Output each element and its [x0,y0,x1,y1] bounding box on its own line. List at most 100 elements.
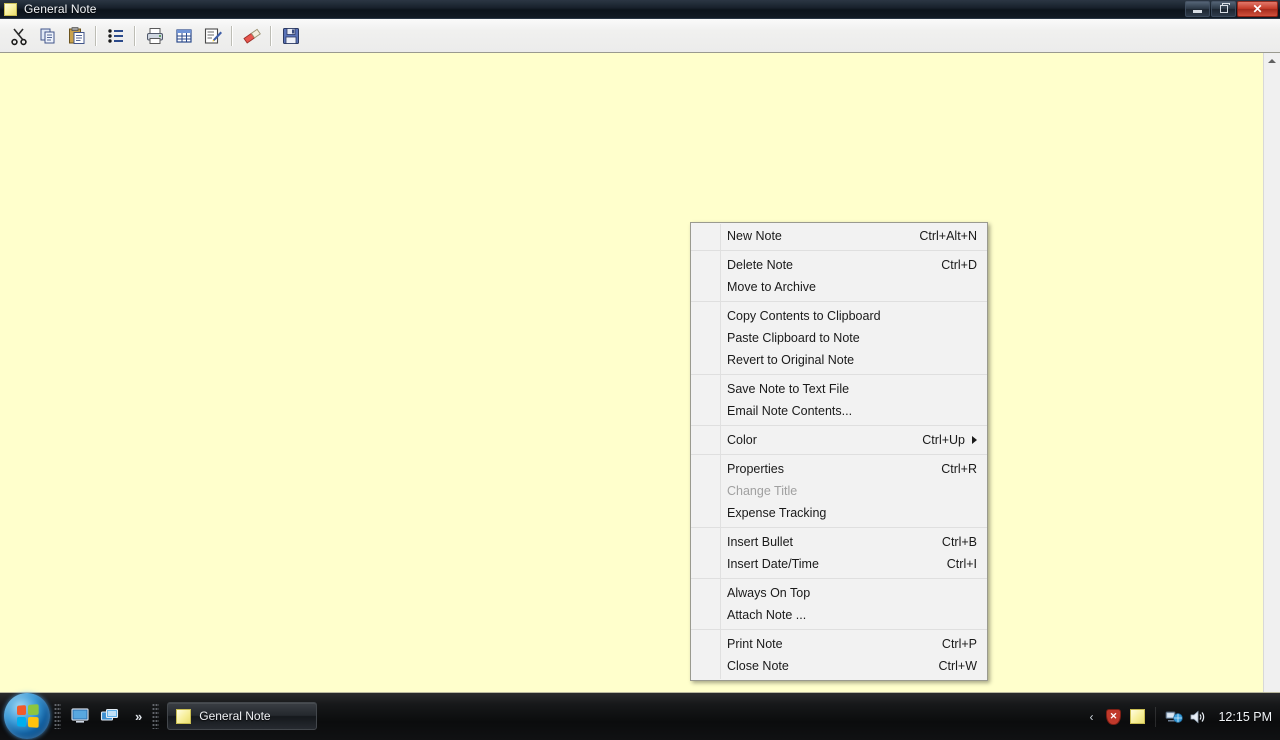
bullet-list-icon[interactable] [101,22,130,50]
menu-item-insert-date-time[interactable]: Insert Date/Time Ctrl+I [691,553,987,575]
properties-icon[interactable] [169,22,198,50]
close-icon: ✕ [1252,2,1263,16]
menu-item-revert-to-original-note[interactable]: Revert to Original Note [691,349,987,371]
menu-item-label: Insert Date/Time [727,557,819,571]
menu-separator [691,629,987,630]
menu-item-close-note[interactable]: Close Note Ctrl+W [691,655,987,677]
cut-icon[interactable] [4,22,33,50]
volume-icon[interactable] [1189,708,1207,726]
menu-item-expense-tracking[interactable]: Expense Tracking [691,502,987,524]
show-desktop-icon[interactable] [67,703,93,729]
menu-item-move-to-archive[interactable]: Move to Archive [691,276,987,298]
menu-item-color[interactable]: Color Ctrl+Up [691,429,987,451]
edit-note-icon[interactable] [198,22,227,50]
start-button[interactable] [4,693,50,739]
menu-item-copy-contents-to-clipboard[interactable]: Copy Contents to Clipboard [691,305,987,327]
menu-item-label: Save Note to Text File [727,382,850,396]
system-tray: ‹ ✕ 12:15 PM [1089,693,1280,740]
window-title: General Note [24,2,97,16]
menu-item-attach-note[interactable]: Attach Note ... [691,604,987,626]
menu-item-accelerator: Ctrl+W [938,659,977,673]
switch-windows-icon[interactable] [97,703,123,729]
toolbar [0,19,1280,53]
paste-icon[interactable] [62,22,91,50]
menu-item-always-on-top[interactable]: Always On Top [691,582,987,604]
menu-item-new-note[interactable]: New Note Ctrl+Alt+N [691,225,987,247]
note-body [0,53,1280,692]
menu-item-label: Move to Archive [727,280,816,294]
menu-item-label: Properties [727,462,784,476]
sticky-note-tray-icon[interactable] [1128,708,1146,726]
note-icon [1129,709,1145,724]
menu-separator [691,578,987,579]
network-icon[interactable] [1165,708,1184,726]
toolbar-separator [231,25,233,46]
menu-item-label: Email Note Contents... [727,404,853,418]
scroll-up-arrow-icon[interactable] [1264,53,1280,69]
menu-item-accelerator: Ctrl+R [941,462,977,476]
print-icon[interactable] [140,22,169,50]
menu-item-print-note[interactable]: Print Note Ctrl+P [691,633,987,655]
maximize-icon [1219,3,1230,13]
submenu-arrow-icon [972,436,977,444]
security-alert-icon[interactable]: ✕ [1104,708,1122,726]
menu-item-paste-clipboard-to-note[interactable]: Paste Clipboard to Note [691,327,987,349]
note-text-area[interactable] [0,53,1253,692]
shield-glyph: ✕ [1105,708,1121,725]
vertical-scrollbar[interactable] [1263,53,1280,692]
menu-item-insert-bullet[interactable]: Insert Bullet Ctrl+B [691,531,987,553]
menu-item-label: Attach Note ... [727,608,807,622]
toolbar-separator [270,25,272,46]
minimize-button[interactable] [1185,1,1210,17]
minimize-icon [1193,10,1202,13]
copy-icon[interactable] [33,22,62,50]
menu-item-properties[interactable]: Properties Ctrl+R [691,458,987,480]
menu-item-accelerator: Ctrl+Alt+N [919,229,977,243]
toolbar-separator [95,25,97,46]
menu-item-delete-note[interactable]: Delete Note Ctrl+D [691,254,987,276]
menu-item-accelerator: Ctrl+Up [922,433,965,447]
quick-launch-grip[interactable] [54,703,61,729]
menu-item-label: Expense Tracking [727,506,827,520]
tray-expand-chevron-icon[interactable]: ‹ [1089,710,1093,724]
menu-separator [691,425,987,426]
menu-item-label: Paste Clipboard to Note [727,331,860,345]
tray-divider [1155,706,1157,727]
menu-separator [691,527,987,528]
close-button[interactable]: ✕ [1237,1,1278,17]
menu-item-accelerator: Ctrl+P [941,637,977,651]
windows-logo-icon [17,704,39,728]
quick-launch-bar: » [65,701,148,731]
window-titlebar[interactable]: General Note ✕ [0,0,1280,19]
menu-item-label: Revert to Original Note [727,353,855,367]
menu-separator [691,301,987,302]
task-area-grip[interactable] [152,703,160,729]
menu-item-label: Color [727,433,757,447]
quick-launch-overflow-button[interactable]: » [135,709,142,724]
note-icon [4,2,17,16]
menu-item-accelerator: Ctrl+I [946,557,977,571]
menu-item-email-note-contents[interactable]: Email Note Contents... [691,400,987,422]
eraser-icon[interactable] [237,22,266,50]
taskbar-clock[interactable]: 12:15 PM [1218,710,1272,724]
menu-separator [691,250,987,251]
menu-item-label: Copy Contents to Clipboard [727,309,881,323]
menu-separator [691,454,987,455]
menu-item-label: Close Note [727,659,789,673]
screen: General Note ✕ New Note Ctrl+Alt+N Delet… [0,0,1280,740]
menu-item-label: Always On Top [727,586,811,600]
menu-item-label: Insert Bullet [727,535,794,549]
maximize-button[interactable] [1211,1,1236,17]
window-controls: ✕ [1185,1,1278,18]
taskbar: » General Note ‹ ✕ 12:15 PM [0,692,1280,740]
menu-item-accelerator: Ctrl+B [941,535,977,549]
menu-item-save-note-to-text-file[interactable]: Save Note to Text File [691,378,987,400]
save-icon[interactable] [276,22,305,50]
menu-item-label: Delete Note [727,258,794,272]
menu-item-label: New Note [727,229,782,243]
menu-item-accelerator: Ctrl+D [941,258,977,272]
taskbar-item-general-note[interactable]: General Note [167,702,318,730]
menu-separator [691,374,987,375]
context-menu: New Note Ctrl+Alt+N Delete Note Ctrl+D M… [690,222,988,681]
menu-item-label: Change Title [727,484,798,498]
